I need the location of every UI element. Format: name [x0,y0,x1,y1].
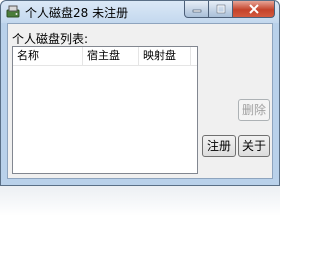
minimize-button[interactable] [184,1,209,18]
client-area: 个人磁盘列表: 名称 宿主盘 映射盘 删除 注册 关于 [7,23,273,179]
app-window: 个人磁盘28 未注册 个人磁盘列表: 名称 宿主盘 映射盘 删除 注册 关于 [0,0,280,186]
delete-button[interactable]: 删除 [238,99,270,121]
about-button[interactable]: 关于 [238,135,270,157]
window-shadow [0,186,280,216]
column-header-mapped-disk[interactable]: 映射盘 [139,47,191,65]
title-bar[interactable]: 个人磁盘28 未注册 [1,1,279,23]
minimize-icon [192,9,201,13]
maximize-button[interactable] [209,1,233,18]
close-icon [248,4,259,14]
disk-listview[interactable]: 名称 宿主盘 映射盘 [12,46,198,174]
window-title: 个人磁盘28 未注册 [25,6,129,20]
maximize-icon [216,4,225,14]
column-header-host-disk[interactable]: 宿主盘 [83,47,139,65]
disk-list-label: 个人磁盘列表: [12,32,89,46]
listview-header: 名称 宿主盘 映射盘 [13,47,197,66]
register-button[interactable]: 注册 [202,135,236,157]
disk-app-icon [6,5,20,18]
column-header-name[interactable]: 名称 [13,47,83,65]
caption-buttons [184,1,275,19]
close-button[interactable] [233,1,275,18]
